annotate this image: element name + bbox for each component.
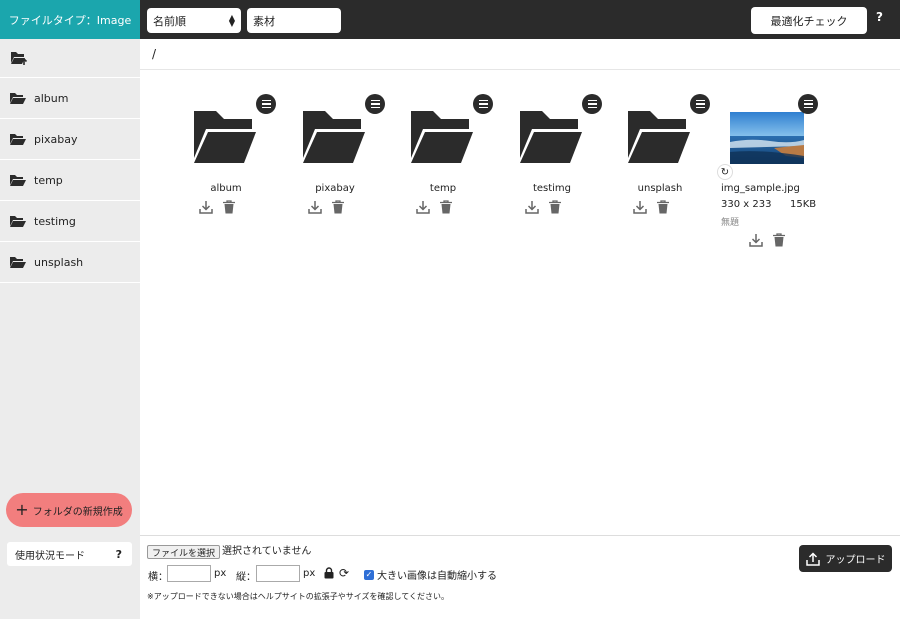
breadcrumb-path: / [152,47,157,61]
trash-icon[interactable] [440,200,452,214]
height-unit: px [303,568,316,579]
sidebar-item-label: unsplash [34,255,84,269]
sidebar-item-testimg[interactable]: testimg [0,201,140,242]
menu-icon[interactable] [473,94,493,114]
choose-file-button[interactable]: ファイルを選択 [147,545,221,559]
sidebar-item-unsplash[interactable]: unsplash [0,242,140,283]
trash-icon[interactable] [223,200,235,214]
help-icon[interactable]: ? [116,548,122,561]
refresh-icon[interactable]: ↻ [717,164,733,180]
upload-button[interactable]: アップロード [799,545,892,572]
file-name: img_sample.jpg [721,183,800,194]
width-unit: px [214,568,227,579]
download-icon[interactable] [525,200,539,214]
select-arrows-icon: ▲ ▼ [228,12,235,28]
menu-icon[interactable] [798,94,818,114]
no-file-selected-text: 選択されていません [222,546,312,557]
folder-icon [10,215,26,227]
folder-up-icon [11,52,28,65]
sync-icon[interactable]: ⟳ [339,566,349,580]
trash-icon[interactable] [549,200,561,214]
checkbox-checked-icon: ✓ [364,569,374,580]
folder-name: testimg [532,183,572,194]
sidebar-item-label: temp [34,173,63,187]
plus-icon: + [15,500,29,519]
sidebar-item-album[interactable]: album [0,78,140,119]
sidebar: album pixabay temp testimg unsplash + フォ… [0,39,140,619]
new-folder-label: フォルダの新規作成 [32,506,123,518]
new-folder-button[interactable]: + フォルダの新規作成 [6,493,132,527]
sidebar-item-pixabay[interactable]: pixabay [0,119,140,160]
menu-icon[interactable] [582,94,602,114]
folder-icon [194,111,256,163]
folder-icon [628,111,690,163]
folder-name: unsplash [637,183,683,194]
file-size: 15KB [790,199,817,210]
sidebar-item-label: album [34,91,69,105]
sidebar-item-temp[interactable]: temp [0,160,140,201]
upload-panel: ファイルを選択 選択されていません 横： px 縦： px ⟳ ✓ 大きい画像は… [140,535,900,619]
folder-icon [10,174,26,186]
download-icon[interactable] [308,200,322,214]
auto-resize-checkbox[interactable]: ✓ 大きい画像は自動縮小する [364,567,497,582]
menu-icon[interactable] [365,94,385,114]
download-icon[interactable] [749,233,763,247]
upload-button-label: アップロード [825,555,886,566]
optimize-check-button[interactable]: 最適化チェック [751,7,867,34]
folder-icon [10,92,26,104]
trash-icon[interactable] [773,233,785,247]
menu-icon[interactable] [690,94,710,114]
trash-icon[interactable] [657,200,669,214]
image-caption: 無題 [721,218,740,228]
folder-icon [303,111,365,163]
menu-icon[interactable] [256,94,276,114]
search-input[interactable] [247,8,341,33]
folder-name: album [210,183,242,194]
sort-select[interactable]: 名前順 ▲ ▼ [147,8,241,33]
sort-select-value: 名前順 [153,14,186,28]
height-input[interactable] [256,565,300,582]
download-icon[interactable] [199,200,213,214]
image-thumbnail[interactable] [730,112,804,164]
width-label: 横： [148,572,168,583]
folder-icon [10,256,26,268]
height-label: 縦： [236,572,256,583]
usage-mode-toggle[interactable]: 使用状況モード ? [7,542,132,566]
file-type-tab[interactable]: ファイルタイプ：Image [0,0,140,39]
top-toolbar: ファイルタイプ：Image 名前順 ▲▼ 最適化チェック ? [0,0,900,39]
trash-icon[interactable] [332,200,344,214]
folder-icon [411,111,473,163]
help-icon[interactable]: ? [876,10,883,24]
sidebar-item-label: pixabay [34,132,78,146]
upload-notice: ※アップロードできない場合はヘルプサイトの拡張子やサイズを確認してください。 [147,592,449,601]
download-icon[interactable] [416,200,430,214]
download-icon[interactable] [633,200,647,214]
parent-folder-button[interactable] [0,39,140,78]
folder-icon [520,111,582,163]
lock-icon[interactable] [324,567,334,579]
auto-resize-label: 大きい画像は自動縮小する [377,571,497,582]
sidebar-item-label: testimg [34,214,76,228]
breadcrumb: / [140,39,900,70]
image-dimensions: 330 x 233 [721,199,772,210]
folder-icon [10,133,26,145]
upload-icon [805,551,820,566]
width-input[interactable] [167,565,211,582]
folder-name: temp [429,183,457,194]
folder-name: pixabay [315,183,355,194]
usage-mode-label: 使用状況モード [15,550,85,562]
